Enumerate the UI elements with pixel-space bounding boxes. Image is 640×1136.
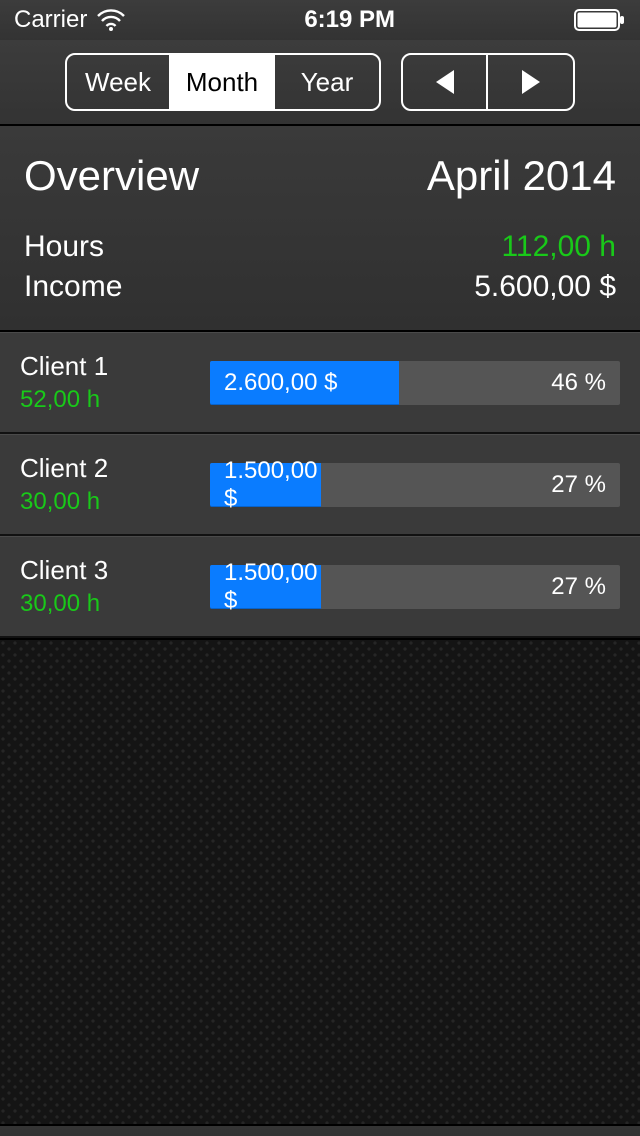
tab-clients[interactable] [320, 1126, 480, 1136]
client-bar-fill: 1.500,00 $ [210, 463, 321, 507]
client-name: Client 1 [20, 351, 210, 382]
client-row[interactable]: Client 3 30,00 h 1.500,00 $ 27 % [0, 536, 640, 638]
client-hours: 30,00 h [20, 488, 210, 516]
carrier-label: Carrier [14, 6, 87, 34]
client-bar: 1.500,00 $ 27 % [210, 463, 620, 507]
client-bar-fill: 2.600,00 $ [210, 361, 399, 405]
background-carbon [0, 638, 640, 1124]
overview-title: Overview [24, 152, 199, 200]
tab-bar [0, 1124, 640, 1136]
nav-bar: Week Month Year [0, 40, 640, 126]
client-pct: 27 % [551, 471, 606, 499]
overview-period: April 2014 [427, 152, 616, 200]
client-bar: 1.500,00 $ 27 % [210, 565, 620, 609]
client-hours: 30,00 h [20, 590, 210, 618]
status-bar: Carrier 6:19 PM [0, 0, 640, 40]
wifi-icon [97, 9, 125, 31]
client-row[interactable]: Client 1 52,00 h 2.600,00 $ 46 % [0, 332, 640, 434]
segment-year[interactable]: Year [275, 55, 379, 109]
tab-transfers[interactable] [0, 1126, 160, 1136]
period-nav-control [401, 53, 575, 111]
prev-period-button[interactable] [403, 55, 488, 109]
triangle-left-icon [436, 70, 454, 94]
income-value: 5.600,00 $ [474, 270, 616, 304]
client-bar-fill: 1.500,00 $ [210, 565, 321, 609]
tab-stats[interactable] [160, 1126, 320, 1136]
client-name: Client 3 [20, 555, 210, 586]
next-period-button[interactable] [488, 55, 573, 109]
period-segmented-control: Week Month Year [65, 53, 381, 111]
client-name: Client 2 [20, 453, 210, 484]
client-bar: 2.600,00 $ 46 % [210, 361, 620, 405]
client-pct: 27 % [551, 573, 606, 601]
client-pct: 46 % [551, 369, 606, 397]
client-list: Client 1 52,00 h 2.600,00 $ 46 % Client … [0, 332, 640, 638]
status-time: 6:19 PM [304, 6, 395, 34]
hours-label: Hours [24, 230, 104, 264]
segment-week[interactable]: Week [67, 55, 171, 109]
overview-panel: Overview April 2014 Hours 112,00 h Incom… [0, 126, 640, 332]
income-label: Income [24, 270, 122, 304]
hours-value: 112,00 h [501, 230, 616, 264]
triangle-right-icon [522, 70, 540, 94]
client-row[interactable]: Client 2 30,00 h 1.500,00 $ 27 % [0, 434, 640, 536]
battery-icon [574, 9, 626, 31]
client-hours: 52,00 h [20, 386, 210, 414]
tab-settings[interactable] [480, 1126, 640, 1136]
segment-month[interactable]: Month [171, 55, 275, 109]
